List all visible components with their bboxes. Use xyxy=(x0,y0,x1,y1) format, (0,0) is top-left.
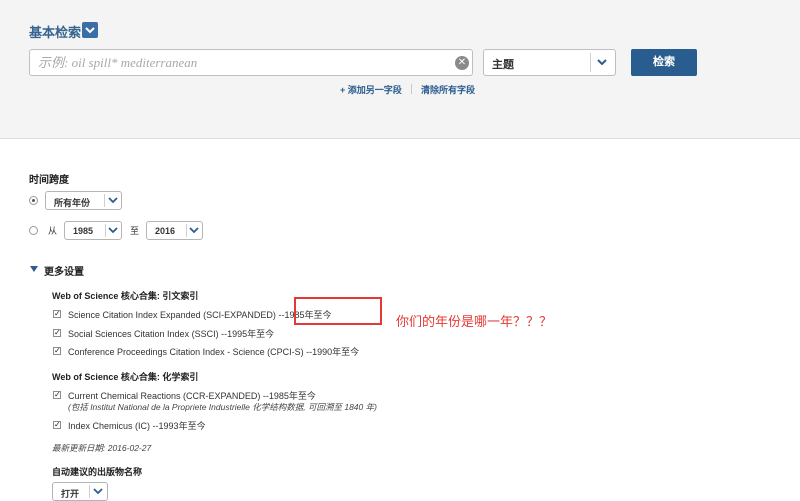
clear-fields-link[interactable]: 清除所有字段 xyxy=(421,83,475,96)
auto-suggest-dropdown[interactable]: 打开 xyxy=(52,482,108,501)
index-note: (包括 Institut National de la Propriete In… xyxy=(68,402,377,412)
add-field-link[interactable]: + 添加另一字段 xyxy=(340,83,402,96)
from-year-value: 1985 xyxy=(73,226,94,236)
divider xyxy=(104,194,105,207)
index-name: Index Chemicus (IC) xyxy=(68,421,151,431)
chevron-down-icon xyxy=(108,197,118,204)
list-item: Social Sciences Citation Index (SSCI) --… xyxy=(68,327,274,340)
checkbox-ssci[interactable]: ✓ xyxy=(53,329,61,337)
all-years-radio[interactable] xyxy=(29,196,38,205)
all-years-dropdown[interactable]: 所有年份 xyxy=(45,191,122,210)
list-item: Conference Proceedings Citation Index - … xyxy=(68,345,359,358)
search-button[interactable]: 检索 xyxy=(631,49,697,76)
group-title-chemical: Web of Science 核心合集: 化学索引 xyxy=(52,372,199,382)
divider xyxy=(105,224,106,237)
list-item: Index Chemicus (IC) --1993年至今 xyxy=(68,419,206,432)
chevron-down-icon xyxy=(189,227,199,234)
index-name: Social Sciences Citation Index (SSCI) xyxy=(68,329,219,339)
index-range: --1985年至今 xyxy=(262,391,316,401)
page-title: 基本检索 xyxy=(29,25,82,40)
search-mode-dropdown[interactable] xyxy=(82,22,98,38)
group-title-citation: Web of Science 核心合集: 引文索引 xyxy=(52,291,199,301)
index-name: Current Chemical Reactions (CCR-EXPANDED… xyxy=(68,391,261,401)
search-input[interactable] xyxy=(30,50,448,75)
highlight-box xyxy=(294,297,382,325)
checkbox-sci-expanded[interactable]: ✓ xyxy=(53,310,61,318)
divider xyxy=(89,485,90,498)
checkbox-ccr-expanded[interactable]: ✓ xyxy=(53,391,61,399)
from-label: 从 xyxy=(48,226,58,236)
collapse-triangle-icon[interactable] xyxy=(29,265,39,273)
search-input-box[interactable] xyxy=(29,49,473,76)
index-range: --1995年至今 xyxy=(221,329,275,339)
auto-suggest-label: 自动建议的出版物名称 xyxy=(52,467,143,477)
chevron-down-icon xyxy=(93,488,103,495)
index-range: --1993年至今 xyxy=(152,421,206,431)
to-label: 至 xyxy=(130,226,140,236)
annotation-text: 你们的年份是哪一年？？？ xyxy=(396,314,553,329)
chevron-down-icon xyxy=(108,227,118,234)
to-year-value: 2016 xyxy=(155,226,176,236)
from-year-dropdown[interactable]: 1985 xyxy=(64,221,122,240)
divider xyxy=(411,84,412,94)
timespan-label: 时间跨度 xyxy=(29,175,69,186)
divider xyxy=(590,53,591,72)
field-select-value: 主题 xyxy=(492,59,514,71)
index-name: Science Citation Index Expanded (SCI-EXP… xyxy=(68,310,276,320)
checkbox-cpci-s[interactable]: ✓ xyxy=(53,347,61,355)
clear-icon[interactable]: ✕ xyxy=(455,56,469,70)
custom-range-radio[interactable] xyxy=(29,226,38,235)
more-settings-toggle[interactable]: 更多设置 xyxy=(44,263,84,278)
last-updated: 最新更新日期: 2016-02-27 xyxy=(52,443,152,453)
checkbox-ic[interactable]: ✓ xyxy=(53,421,61,429)
list-item: Science Citation Index Expanded (SCI-EXP… xyxy=(68,308,331,321)
chevron-down-icon xyxy=(85,27,95,34)
all-years-value: 所有年份 xyxy=(54,198,91,208)
index-name: Conference Proceedings Citation Index - … xyxy=(68,347,304,357)
field-select[interactable]: 主题 xyxy=(483,49,616,76)
divider xyxy=(186,224,187,237)
index-range: --1990年至今 xyxy=(306,347,360,357)
chevron-down-icon xyxy=(597,59,607,66)
to-year-dropdown[interactable]: 2016 xyxy=(146,221,203,240)
